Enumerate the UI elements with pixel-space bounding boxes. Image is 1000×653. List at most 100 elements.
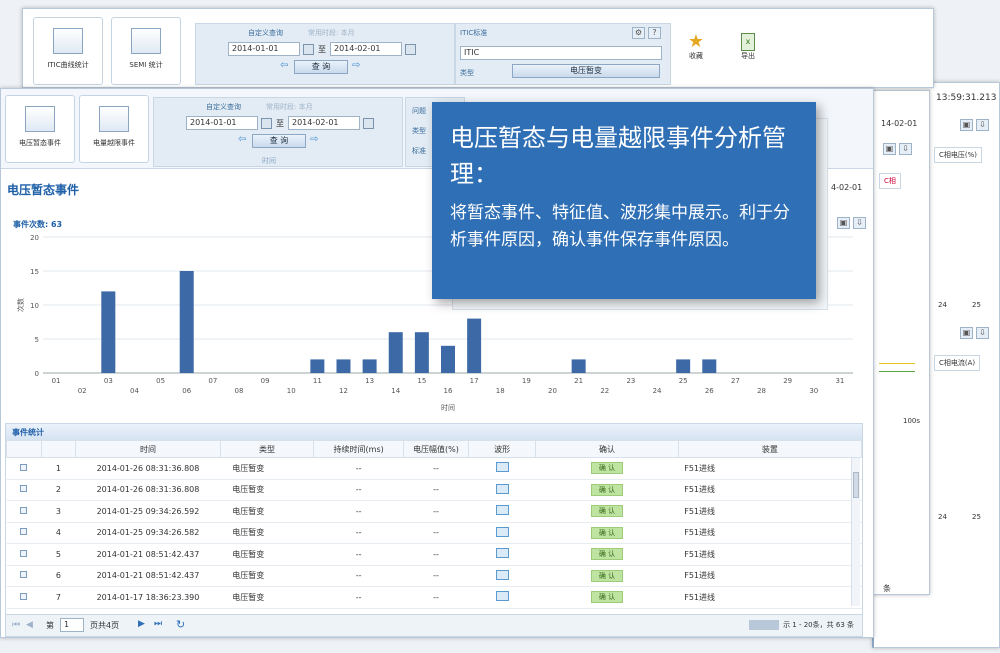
expand-cell[interactable]: [6, 500, 42, 523]
row-number: 1: [41, 457, 76, 480]
expand-icon[interactable]: [20, 528, 28, 536]
confirm-button[interactable]: 确 认: [590, 526, 623, 539]
table-row[interactable]: 6 2014-01-21 08:51:42.437 电压暂变 -- -- 确 认 F51进线: [6, 565, 862, 587]
query-button[interactable]: 查 询: [294, 60, 348, 74]
waveform-cell[interactable]: [468, 457, 536, 480]
row-number: 2: [41, 479, 76, 501]
prev-arrow-icon[interactable]: ⇦: [238, 134, 246, 145]
help-icon[interactable]: ?: [648, 27, 661, 39]
query-period-label[interactable]: 常用时段: 本月: [308, 28, 355, 38]
date-from-input[interactable]: 2014-01-01: [186, 116, 258, 130]
table-row[interactable]: 2 2014-01-26 08:31:36.808 电压暂变 -- -- 确 认 F51进线: [6, 479, 862, 501]
type-select[interactable]: 电压暂变: [512, 64, 660, 78]
semi-stats-button[interactable]: SEMI 统计: [111, 17, 181, 85]
column-header[interactable]: 持续时间(ms): [313, 440, 404, 458]
prev-arrow-icon[interactable]: ⇦: [280, 60, 288, 71]
collect-button[interactable]: ★ 收藏: [679, 33, 713, 61]
itic-stats-button[interactable]: ITIC曲线统计: [33, 17, 103, 85]
first-page-icon[interactable]: ⏮: [12, 620, 20, 630]
next-arrow-icon[interactable]: ⇨: [310, 134, 318, 145]
next-page-icon[interactable]: ▶: [138, 619, 145, 629]
query-mode-label[interactable]: 自定义查询: [248, 28, 283, 38]
refresh-icon[interactable]: ↻: [176, 618, 185, 631]
page-number-input[interactable]: 1: [60, 618, 84, 632]
expand-icon[interactable]: [20, 463, 28, 471]
itic-select[interactable]: ITIC: [460, 46, 662, 60]
page-title: 电压暂态事件: [7, 183, 80, 197]
waveform-icon[interactable]: [495, 591, 509, 602]
date-to-input[interactable]: 2014-02-01: [330, 42, 402, 56]
calendar-icon[interactable]: [363, 118, 374, 129]
query-period-label[interactable]: 常用时段: 本月: [266, 102, 313, 112]
calendar-icon[interactable]: [405, 44, 416, 55]
expand-cell[interactable]: [6, 522, 42, 544]
vertical-scrollbar[interactable]: [851, 458, 860, 606]
confirm-button[interactable]: 确 认: [590, 548, 623, 561]
voltage-sag-events-button[interactable]: 电压暂态事件: [5, 95, 75, 163]
waveform-cell[interactable]: [468, 586, 536, 609]
column-header[interactable]: 电压幅值(%): [402, 440, 470, 458]
expand-cell[interactable]: [6, 565, 42, 587]
table-row[interactable]: 4 2014-01-25 09:34:26.582 电压暂变 -- -- 确 认 F51进线: [6, 522, 862, 544]
waveform-icon[interactable]: [495, 569, 509, 580]
confirm-cell: 确 认: [535, 586, 679, 609]
waveform-icon[interactable]: [495, 505, 509, 516]
expand-icon[interactable]: [20, 549, 28, 557]
waveform-cell[interactable]: [468, 522, 536, 544]
confirm-button[interactable]: 确 认: [590, 591, 623, 604]
print-icon[interactable]: ▣: [960, 119, 973, 131]
expand-icon[interactable]: [20, 506, 28, 514]
waveform-icon[interactable]: [495, 483, 509, 494]
next-arrow-icon[interactable]: ⇨: [352, 60, 360, 71]
expand-icon[interactable]: [20, 571, 28, 579]
expand-cell[interactable]: [6, 543, 42, 566]
settings-icon[interactable]: ⚙: [632, 27, 645, 39]
download-icon[interactable]: ⇩: [976, 119, 989, 131]
x-tick-label: 12: [339, 387, 348, 395]
download-icon[interactable]: ⇩: [899, 143, 912, 155]
confirm-button[interactable]: 确 认: [590, 569, 623, 582]
export-button[interactable]: x 导出: [731, 33, 765, 61]
query-mode-label[interactable]: 自定义查询: [206, 102, 241, 112]
waveform-cell[interactable]: [468, 500, 536, 523]
overlimit-events-button[interactable]: 电量越限事件: [79, 95, 149, 163]
prev-page-icon[interactable]: ◀: [26, 620, 33, 630]
table-row[interactable]: 5 2014-01-21 08:51:42.437 电压暂变 -- -- 确 认 F51进线: [6, 543, 862, 566]
table-row[interactable]: 3 2014-01-25 09:34:26.592 电压暂变 -- -- 确 认 F51进线: [6, 500, 862, 523]
waveform-icon[interactable]: [495, 526, 509, 537]
event-time: 2014-01-21 08:51:42.437: [75, 565, 221, 587]
print-icon[interactable]: ▣: [883, 143, 896, 155]
waveform-cell[interactable]: [468, 543, 536, 566]
x-tick-label: 19: [522, 377, 531, 385]
confirm-button[interactable]: 确 认: [590, 462, 623, 475]
column-header[interactable]: 时间: [75, 440, 221, 458]
table-row[interactable]: 7 2014-01-17 18:36:23.390 电压暂变 -- -- 确 认 F51进线: [6, 586, 862, 609]
date-to-input[interactable]: 2014-02-01: [288, 116, 360, 130]
print-icon[interactable]: ▣: [960, 327, 973, 339]
last-page-icon[interactable]: ⏭: [154, 619, 162, 629]
waveform-cell[interactable]: [468, 565, 536, 587]
scrollbar-thumb[interactable]: [853, 472, 859, 498]
confirm-button[interactable]: 确 认: [590, 483, 623, 496]
column-header[interactable]: 确认: [535, 440, 679, 458]
expand-cell[interactable]: [6, 457, 42, 480]
query-button[interactable]: 查 询: [252, 134, 306, 148]
expand-icon[interactable]: [20, 485, 28, 493]
print-icon[interactable]: ▣: [837, 217, 850, 229]
column-header[interactable]: 类型: [219, 440, 315, 458]
column-header[interactable]: 波形: [468, 440, 537, 458]
expand-cell[interactable]: [6, 586, 42, 609]
expand-icon[interactable]: [20, 592, 28, 600]
date-from-input[interactable]: 2014-01-01: [228, 42, 300, 56]
confirm-button[interactable]: 确 认: [590, 505, 623, 518]
waveform-cell[interactable]: [468, 479, 536, 501]
download-icon[interactable]: ⇩: [976, 327, 989, 339]
calendar-icon[interactable]: [261, 118, 272, 129]
column-header[interactable]: 装置: [677, 440, 863, 458]
expand-cell[interactable]: [6, 479, 42, 501]
calendar-icon[interactable]: [303, 44, 314, 55]
download-icon[interactable]: ⇩: [853, 217, 866, 229]
table-row[interactable]: 1 2014-01-26 08:31:36.808 电压暂变 -- -- 确 认 F51进线: [6, 457, 862, 480]
waveform-icon[interactable]: [495, 462, 509, 473]
waveform-icon[interactable]: [495, 548, 509, 559]
